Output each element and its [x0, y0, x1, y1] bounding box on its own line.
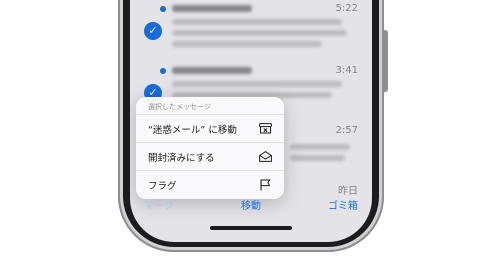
home-indicator[interactable] [210, 226, 292, 230]
move-button[interactable]: 移動 [241, 197, 261, 212]
trash-button[interactable]: ゴミ箱 [328, 197, 358, 212]
side-button [384, 30, 388, 92]
junk-tray-icon [258, 123, 272, 135]
move-to-junk-button[interactable]: “迷惑メール” に移動 [136, 115, 284, 143]
menu-item-label: “迷惑メール” に移動 [148, 124, 237, 136]
flag-icon [258, 179, 272, 191]
menu-item-label: フラグ [148, 181, 177, 192]
envelope-open-icon [258, 151, 272, 163]
mark-button[interactable]: マーク [144, 197, 174, 212]
context-menu: 選択したメッセージ “迷惑メール” に移動 開封済みにする フラグ [136, 97, 284, 199]
mail-screen: ✓ 5:22 ✓ 3:41 2:57 昨日 選択したメッセージ “迷惑メール” … [130, 0, 372, 242]
menu-item-label: 開封済みにする [148, 152, 215, 164]
bottom-toolbar: マーク 移動 ゴミ箱 [130, 192, 372, 216]
mark-as-read-button[interactable]: 開封済みにする [136, 143, 284, 171]
menu-header: 選択したメッセージ [136, 97, 284, 115]
